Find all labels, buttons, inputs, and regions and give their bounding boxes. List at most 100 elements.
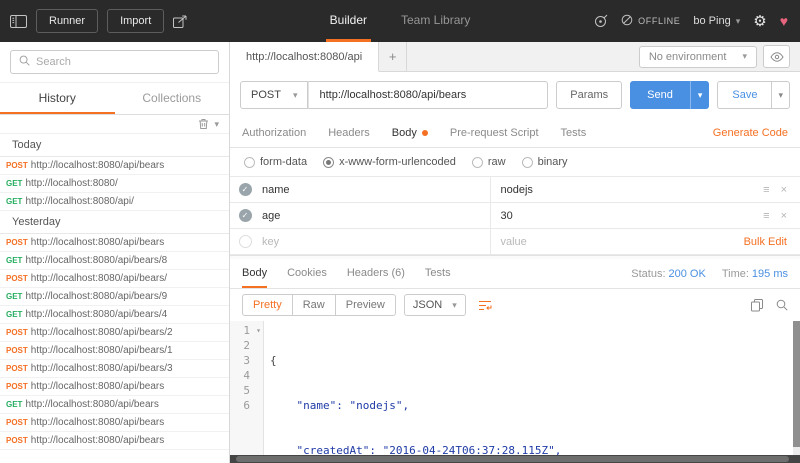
- view-preview-button[interactable]: Preview: [334, 294, 396, 316]
- history-item[interactable]: GET http://localhost:8080/api/bears: [0, 396, 229, 414]
- new-window-icon[interactable]: [173, 15, 188, 28]
- response-tab-tests[interactable]: Tests: [425, 259, 451, 288]
- row-enabled-checkbox[interactable]: ✓: [238, 209, 252, 222]
- copy-icon[interactable]: [751, 298, 763, 312]
- sync-off-icon: [621, 14, 633, 28]
- search-response-icon[interactable]: [776, 299, 788, 311]
- satellite-icon[interactable]: [594, 14, 608, 28]
- runner-button[interactable]: Runner: [36, 9, 99, 33]
- history-item[interactable]: GET http://localhost:8080/: [0, 175, 229, 193]
- environment-preview-icon[interactable]: [763, 45, 790, 68]
- heart-icon[interactable]: ♥: [780, 13, 788, 29]
- method-select[interactable]: POST ▾: [240, 81, 309, 109]
- row-enabled-checkbox[interactable]: ✓: [238, 183, 252, 196]
- scrollbar-thumb[interactable]: [235, 456, 789, 462]
- response-tab-cookies[interactable]: Cookies: [287, 259, 327, 288]
- vertical-scrollbar[interactable]: [793, 321, 800, 455]
- tab-label: Tests: [560, 126, 587, 139]
- mode-x-www-form-urlencoded[interactable]: x-www-form-urlencoded: [323, 156, 456, 168]
- view-pretty-button[interactable]: Pretty: [242, 294, 293, 316]
- history-item[interactable]: POST http://localhost:8080/api/bears: [0, 378, 229, 396]
- mode-raw[interactable]: raw: [471, 156, 506, 168]
- user-name: bo Ping: [693, 15, 731, 27]
- tab-authorization[interactable]: Authorization: [242, 127, 306, 139]
- history-item[interactable]: GET http://localhost:8080/api/: [0, 193, 229, 211]
- key-cell[interactable]: age: [260, 203, 491, 228]
- history-item[interactable]: GET http://localhost:8080/api/bears/4: [0, 306, 229, 324]
- view-raw-button[interactable]: Raw: [291, 294, 336, 316]
- topbar-right: OFFLINE bo Ping ▾ ⚙ ♥: [594, 0, 800, 42]
- history-url: http://localhost:8080/: [25, 178, 118, 189]
- method-label: GET: [6, 179, 23, 188]
- history-item[interactable]: POST http://localhost:8080/api/bears/: [0, 270, 229, 288]
- history-item[interactable]: POST http://localhost:8080/api/bears: [0, 234, 229, 252]
- key-cell[interactable]: key: [260, 229, 491, 254]
- drag-handle-icon[interactable]: ≡: [763, 210, 769, 222]
- history-url: http://localhost:8080/api/bears/4: [25, 309, 168, 320]
- fold-icon[interactable]: ▾: [256, 323, 261, 338]
- sidebar-toggle-icon[interactable]: [10, 14, 27, 28]
- gear-icon[interactable]: ⚙: [753, 12, 766, 30]
- save-options-icon[interactable]: ▾: [772, 81, 790, 109]
- tab-pre-request-script[interactable]: Pre-request Script: [450, 127, 539, 139]
- value-cell[interactable]: value: [491, 229, 729, 254]
- response-tab-headers[interactable]: Headers (6): [347, 259, 405, 288]
- chevron-down-icon: ▾: [452, 299, 457, 310]
- history-item[interactable]: POST http://localhost:8080/api/bears: [0, 432, 229, 450]
- generate-code-link[interactable]: Generate Code: [713, 127, 788, 139]
- scrollbar-thumb[interactable]: [793, 321, 800, 447]
- tab-collections[interactable]: Collections: [115, 83, 230, 114]
- new-tab-button[interactable]: +: [379, 42, 408, 71]
- history-url: http://localhost:8080/api/bears: [30, 417, 165, 428]
- history-item[interactable]: POST http://localhost:8080/api/bears: [0, 414, 229, 432]
- history-item[interactable]: GET http://localhost:8080/api/bears/9: [0, 288, 229, 306]
- response-tab-body[interactable]: Body: [242, 259, 268, 288]
- history-item[interactable]: POST http://localhost:8080/api/bears/3: [0, 360, 229, 378]
- params-button[interactable]: Params: [556, 81, 623, 109]
- search-input[interactable]: [36, 56, 210, 68]
- method-value: POST: [251, 89, 281, 101]
- history-item[interactable]: POST http://localhost:8080/api/bears: [0, 157, 229, 175]
- row-enabled-checkbox[interactable]: [238, 235, 252, 248]
- bulk-edit-link[interactable]: Bulk Edit: [744, 236, 787, 248]
- sync-status[interactable]: OFFLINE: [621, 14, 680, 28]
- tab-builder[interactable]: Builder: [325, 0, 371, 42]
- method-label: POST: [6, 161, 28, 170]
- tab-history[interactable]: History: [0, 83, 115, 114]
- url-input[interactable]: [308, 81, 549, 109]
- remove-row-icon[interactable]: ×: [781, 210, 787, 222]
- mode-form-data[interactable]: form-data: [244, 156, 307, 168]
- horizontal-scrollbar[interactable]: [230, 455, 800, 463]
- environment-selector[interactable]: No environment ▾: [638, 45, 757, 68]
- send-options-icon[interactable]: ▾: [689, 81, 710, 109]
- key-cell[interactable]: name: [260, 177, 491, 202]
- trash-icon[interactable]: [198, 118, 209, 130]
- environment-label: No environment: [648, 50, 727, 63]
- tab-tests[interactable]: Tests: [561, 127, 587, 139]
- tab-headers[interactable]: Headers: [328, 127, 370, 139]
- body-active-dot: [421, 129, 428, 136]
- wrap-lines-icon[interactable]: [478, 300, 492, 311]
- code-line: "name": "nodejs",: [270, 399, 410, 412]
- user-menu[interactable]: bo Ping ▾: [693, 15, 740, 27]
- value-cell[interactable]: nodejs: [491, 177, 729, 202]
- drag-handle-icon[interactable]: ≡: [763, 184, 769, 196]
- history-item[interactable]: POST http://localhost:8080/api/bears/1: [0, 342, 229, 360]
- search-box: [10, 50, 219, 74]
- history-item[interactable]: POST http://localhost:8080/api/bears/2: [0, 324, 229, 342]
- value-cell[interactable]: 30: [491, 203, 729, 228]
- import-button[interactable]: Import: [107, 9, 165, 33]
- save-button[interactable]: Save: [717, 81, 773, 109]
- time-badge: Time: 195 ms: [722, 268, 788, 280]
- send-button[interactable]: Send: [630, 81, 690, 109]
- request-tab[interactable]: http://localhost:8080/api: [230, 42, 380, 72]
- history-item[interactable]: GET http://localhost:8080/api/bears/8: [0, 252, 229, 270]
- line-number: 3: [243, 354, 250, 367]
- remove-row-icon[interactable]: ×: [781, 184, 787, 196]
- mode-binary[interactable]: binary: [521, 156, 568, 168]
- chevron-down-icon[interactable]: ▾: [214, 119, 219, 130]
- history-url: http://localhost:8080/api/bears: [30, 160, 165, 171]
- format-select[interactable]: JSON ▾: [403, 294, 466, 316]
- tab-team-library[interactable]: Team Library: [397, 0, 474, 42]
- tab-body[interactable]: Body: [392, 127, 428, 139]
